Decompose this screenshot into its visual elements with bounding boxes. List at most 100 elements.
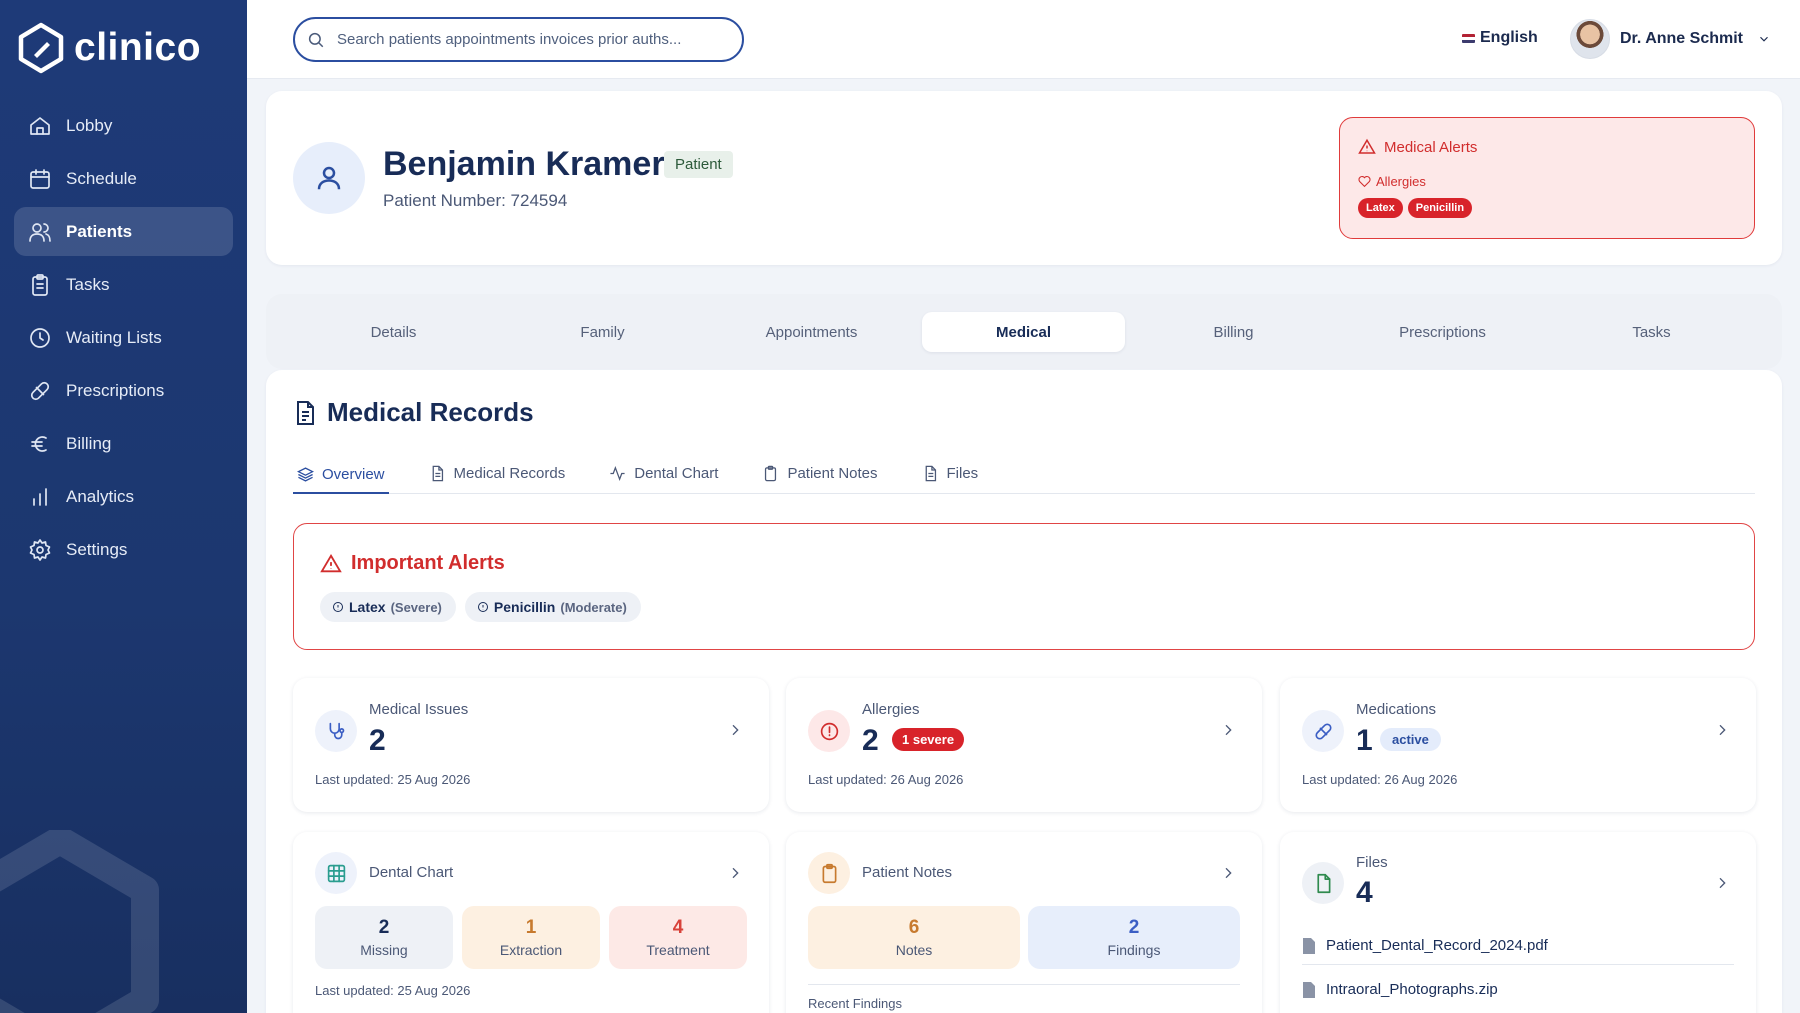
sidebar-item-label: Settings xyxy=(66,539,128,559)
important-alerts: Important Alerts Latex (Severe) Penicill… xyxy=(293,523,1755,650)
medical-issues-card[interactable]: Medical Issues 2 Last updated: 25 Aug 20… xyxy=(293,678,769,812)
sidebar-item-waiting-lists[interactable]: Waiting Lists xyxy=(14,313,233,362)
sidebar-item-label: Billing xyxy=(66,433,112,453)
tab-medical[interactable]: Medical xyxy=(922,312,1125,352)
tab-details[interactable]: Details xyxy=(292,312,495,352)
chevron-right-icon xyxy=(1719,877,1726,889)
top-bar: English Dr. Anne Schmit xyxy=(247,0,1800,79)
euro-icon xyxy=(31,435,47,452)
tab-tasks[interactable]: Tasks xyxy=(1550,312,1753,352)
file-icon xyxy=(1316,873,1330,893)
tab-family[interactable]: Family xyxy=(501,312,704,352)
home-icon xyxy=(30,116,50,135)
subtab-label: Medical Records xyxy=(453,464,566,482)
user-menu[interactable]: Dr. Anne Schmit xyxy=(1570,19,1771,59)
subtab-medical-records[interactable]: Medical Records xyxy=(425,454,570,492)
page-title-text: Medical Records xyxy=(327,397,534,427)
alert-severity: (Severe) xyxy=(390,599,442,615)
avatar xyxy=(1570,19,1610,59)
tab-prescriptions[interactable]: Prescriptions xyxy=(1341,312,1544,352)
layers-icon xyxy=(297,466,314,482)
chevron-right-icon xyxy=(1225,867,1232,879)
allergy-pill: Penicillin xyxy=(1407,198,1473,218)
subtab-patient-notes[interactable]: Patient Notes xyxy=(758,454,881,492)
decorative-logo-watermark xyxy=(0,830,159,1013)
warning-icon xyxy=(1358,138,1376,154)
patient-avatar xyxy=(293,142,365,214)
sidebar-item-analytics[interactable]: Analytics xyxy=(14,472,233,521)
stat-label: Findings xyxy=(1107,942,1161,958)
sidebar-item-label: Tasks xyxy=(66,274,110,294)
allergies-label: Allergies xyxy=(1376,174,1426,189)
search-input[interactable] xyxy=(337,31,717,48)
sidebar-item-tasks[interactable]: Tasks xyxy=(14,260,233,309)
card-value: 2 xyxy=(369,724,386,757)
alert-pill-latex[interactable]: Latex (Severe) xyxy=(320,592,456,622)
language-label: English xyxy=(1480,29,1538,46)
subtab-label: Dental Chart xyxy=(634,464,719,482)
sidebar-item-billing[interactable]: Billing xyxy=(14,419,233,468)
sidebar-item-prescriptions[interactable]: Prescriptions xyxy=(14,366,233,415)
alert-icon-wrap xyxy=(808,710,850,752)
sidebar-item-label: Analytics xyxy=(66,486,135,506)
brand-logo[interactable]: clinico xyxy=(16,22,201,74)
sidebar-item-schedule[interactable]: Schedule xyxy=(14,154,233,203)
subtab-dental-chart[interactable]: Dental Chart xyxy=(605,454,722,492)
dental-chart-card[interactable]: Dental Chart 2 Missing 1 Extraction 4 Tr… xyxy=(293,832,769,1013)
chevron-down-icon xyxy=(1760,36,1768,42)
file-item[interactable]: Patient_Dental_Record_2024.pdf xyxy=(1302,937,1734,954)
stat-number: 6 xyxy=(908,917,920,938)
grid-icon-wrap xyxy=(315,852,357,894)
flag-icon xyxy=(1462,33,1475,43)
tab-appointments[interactable]: Appointments xyxy=(710,312,913,352)
sidebar-item-patients[interactable]: Patients xyxy=(14,207,233,256)
files-card[interactable]: Files 4 Patient_Dental_Record_2024.pdf I… xyxy=(1280,832,1756,1013)
last-updated: Last updated: 26 Aug 2026 xyxy=(1302,772,1458,787)
chevron-right-icon xyxy=(1719,724,1726,736)
medical-alerts-box[interactable]: Medical Alerts Allergies Latex Penicilli… xyxy=(1339,117,1755,239)
card-value: 4 xyxy=(1356,876,1373,909)
important-alerts-label: Important Alerts xyxy=(351,552,505,574)
dental-stat-missing: 2 Missing xyxy=(315,906,453,969)
patient-tabs: Details Family Appointments Medical Bill… xyxy=(266,294,1782,369)
card-label: Dental Chart xyxy=(369,864,454,881)
language-selector[interactable]: English xyxy=(1462,29,1538,47)
sidebar-item-settings[interactable]: Settings xyxy=(14,525,233,574)
warning-icon xyxy=(320,553,342,572)
medications-card[interactable]: Medications 1 active Last updated: 26 Au… xyxy=(1280,678,1756,812)
stat-number: 1 xyxy=(525,917,537,938)
card-value: 2 xyxy=(862,724,879,757)
document-icon xyxy=(297,400,314,425)
allergy-pills: Latex Penicillin xyxy=(1358,198,1473,218)
stat-number: 2 xyxy=(378,917,390,938)
stethoscope-icon-wrap xyxy=(315,710,357,752)
patient-notes-card[interactable]: Patient Notes 6 Notes 2 Findings Recent … xyxy=(786,832,1262,1013)
sidebar-item-label: Waiting Lists xyxy=(66,327,162,347)
notes-stat-findings: 2 Findings xyxy=(1028,906,1240,969)
patient-number: Patient Number: 724594 xyxy=(383,191,568,210)
tab-billing[interactable]: Billing xyxy=(1132,312,1335,352)
card-label: Files xyxy=(1356,854,1388,871)
sidebar-item-lobby[interactable]: Lobby xyxy=(14,101,233,150)
important-alerts-title: Important Alerts xyxy=(320,552,505,575)
stat-label: Treatment xyxy=(646,942,710,958)
grid-icon xyxy=(327,864,345,882)
file-icon xyxy=(925,465,936,481)
clipboard-icon xyxy=(32,273,48,296)
stat-label: Notes xyxy=(895,942,933,958)
stethoscope-icon xyxy=(329,722,344,739)
stat-number: 4 xyxy=(672,917,684,938)
subtab-overview[interactable]: Overview xyxy=(293,456,389,494)
allergies-card[interactable]: Allergies 2 1 severe Last updated: 26 Au… xyxy=(786,678,1262,812)
pill-icon-wrap xyxy=(1302,710,1344,752)
card-label: Medical Issues xyxy=(369,701,469,718)
subtab-label: Patient Notes xyxy=(787,464,878,482)
notes-stat-notes: 6 Notes xyxy=(808,906,1020,969)
search-bar[interactable] xyxy=(293,17,744,62)
clipboard-icon xyxy=(765,465,777,481)
alert-pill-penicillin[interactable]: Penicillin (Moderate) xyxy=(464,592,641,622)
user-icon xyxy=(317,166,341,190)
file-item[interactable]: Intraoral_Photographs.zip xyxy=(1302,981,1734,998)
card-label: Allergies xyxy=(862,701,920,718)
subtab-files[interactable]: Files xyxy=(918,454,983,492)
